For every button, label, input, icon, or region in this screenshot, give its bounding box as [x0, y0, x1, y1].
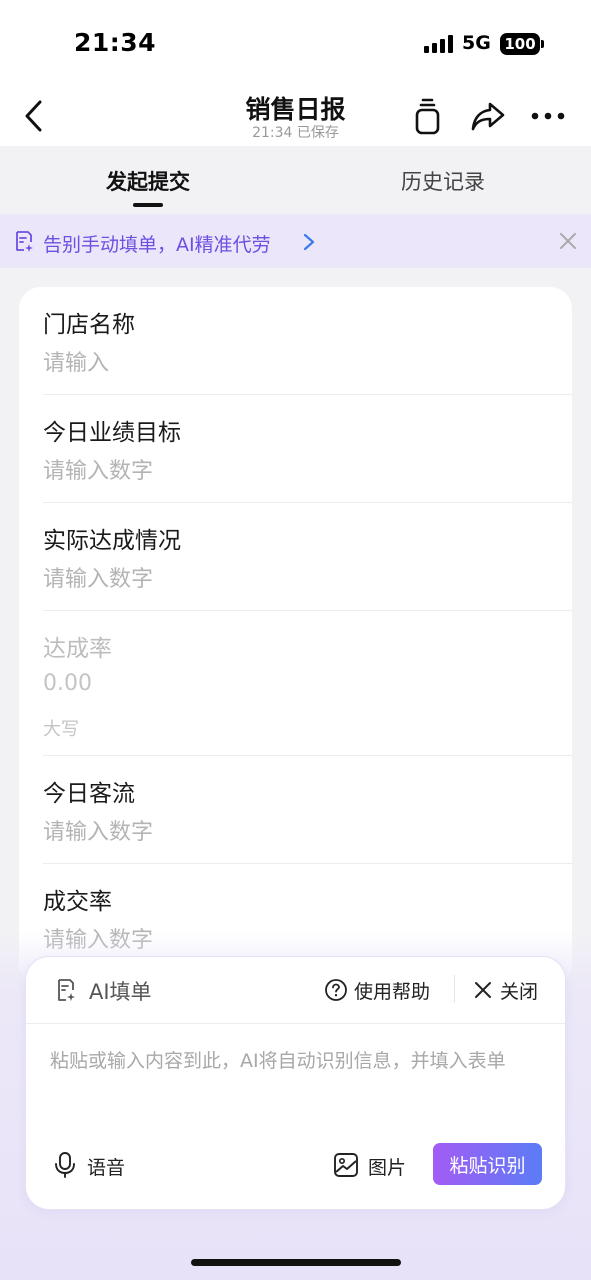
battery-tip [541, 40, 544, 48]
tab-history[interactable]: 历史记录 [401, 166, 485, 196]
nav-bar: 销售日报 21:34 已保存 [0, 88, 591, 146]
achievement-rate-value: 0.00 [43, 671, 92, 696]
close-button[interactable]: 关闭 [500, 977, 538, 1004]
microphone-icon[interactable] [54, 1151, 76, 1179]
divider [26, 1023, 565, 1024]
voice-button[interactable]: 语音 [87, 1153, 125, 1180]
copy-icon[interactable] [412, 96, 444, 136]
home-indicator [191, 1259, 401, 1266]
banner-text: 告别手动填单，AI精准代劳 [43, 234, 271, 256]
more-icon[interactable] [528, 96, 568, 136]
actual-achieved-input[interactable] [43, 563, 523, 595]
uppercase-caption: 大写 [43, 719, 79, 740]
field-daily-target: 今日业绩目标 [19, 395, 572, 503]
tab-submit[interactable]: 发起提交 [106, 166, 190, 196]
paste-recognize-button[interactable]: 粘贴识别 [433, 1143, 542, 1185]
status-bar: 21:34 5G 100 [0, 0, 591, 88]
signal-icon [424, 35, 454, 53]
field-actual-achieved: 实际达成情况 [19, 503, 572, 611]
battery-icon: 100 [500, 33, 540, 55]
ai-panel-title: AI填单 [89, 980, 152, 1004]
field-achievement-rate: 达成率 0.00 大写 [19, 611, 572, 756]
image-icon[interactable] [333, 1152, 359, 1178]
ai-fill-panel: AI填单 使用帮助 关闭 语音 图片 粘贴识别 [25, 956, 566, 1210]
banner-close-icon[interactable] [557, 230, 579, 252]
ai-promo-banner[interactable]: 告别手动填单，AI精准代劳 [0, 214, 591, 268]
image-button[interactable]: 图片 [368, 1153, 406, 1180]
field-label: 今日业绩目标 [43, 420, 181, 446]
field-label: 今日客流 [43, 781, 135, 807]
ai-content-input[interactable] [50, 1045, 540, 1109]
network-label: 5G [462, 32, 491, 54]
field-label: 达成率 [43, 636, 112, 662]
header-divider [454, 975, 455, 1003]
ai-form-icon [16, 231, 33, 252]
help-button[interactable]: 使用帮助 [354, 977, 430, 1004]
chevron-right-icon [303, 233, 315, 251]
field-label: 实际达成情况 [43, 528, 181, 554]
tab-bar: 发起提交 历史记录 [0, 146, 591, 214]
field-daily-traffic: 今日客流 [19, 756, 572, 864]
daily-target-input[interactable] [43, 455, 523, 487]
close-icon[interactable] [473, 980, 493, 1000]
field-label: 门店名称 [43, 312, 135, 338]
help-icon[interactable] [324, 978, 348, 1002]
share-icon[interactable] [468, 96, 508, 136]
status-time: 21:34 [74, 28, 157, 57]
field-label: 成交率 [43, 889, 112, 915]
store-name-input[interactable] [43, 347, 523, 379]
form-card: 门店名称 今日业绩目标 实际达成情况 达成率 0.00 大写 今日客流 成交率 [19, 287, 572, 987]
ai-form-icon [58, 979, 75, 1001]
field-store-name: 门店名称 [19, 287, 572, 395]
daily-traffic-input[interactable] [43, 816, 523, 848]
active-tab-indicator [133, 203, 163, 207]
